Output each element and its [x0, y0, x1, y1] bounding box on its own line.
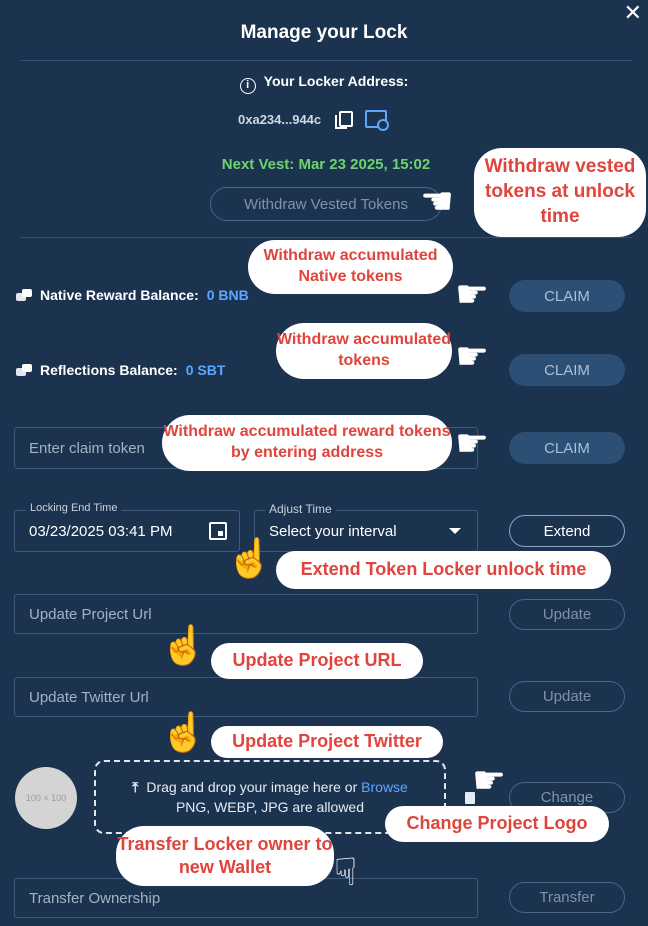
native-reward-value: 0 BNB: [206, 287, 249, 303]
pointing-hand-icon: ☟: [334, 852, 358, 894]
transfer-button[interactable]: Transfer: [509, 882, 625, 913]
twitter-url-input[interactable]: Update Twitter Url: [14, 677, 478, 717]
dialog-title: Manage your Lock: [240, 22, 408, 43]
callout-withdraw-accumulated: Withdraw accumulated tokens: [276, 323, 452, 379]
locker-address-row: 0xa234...944c: [238, 110, 390, 131]
adjust-time-label: Adjust Time: [265, 502, 336, 516]
callout-withdraw-reward-address: Withdraw accumulated reward tokens by en…: [162, 415, 452, 471]
withdraw-vested-button[interactable]: Withdraw Vested Tokens: [210, 187, 442, 221]
pointing-hand-icon: ☛: [455, 423, 490, 465]
locking-end-time-field[interactable]: 03/23/2025 03:41 PM: [14, 510, 240, 552]
reflections-label: Reflections Balance:: [40, 362, 178, 378]
native-reward-label: Native Reward Balance:: [40, 287, 199, 303]
divider: [20, 60, 632, 61]
adjust-time-value: Select your interval: [269, 522, 397, 540]
certificate-icon[interactable]: [365, 110, 390, 131]
browse-link[interactable]: Browse: [361, 779, 408, 795]
drop-text: Drag and drop your image here or: [146, 778, 358, 795]
callout-extend: Extend Token Locker unlock time: [276, 551, 611, 589]
pointing-hand-icon: ☝: [160, 712, 208, 754]
info-icon: i: [239, 78, 256, 94]
pointing-hand-icon: ☛: [472, 760, 507, 802]
project-logo-avatar: 100 × 100: [15, 767, 77, 829]
calendar-icon[interactable]: [209, 522, 227, 540]
callout-withdraw-vested: Withdraw vested tokens at unlock time: [474, 148, 646, 237]
callout-transfer-owner: Transfer Locker owner to new Wallet: [116, 826, 334, 886]
coins-icon: [16, 364, 32, 376]
locker-address-label-text: Your Locker Address:: [263, 73, 409, 89]
claim-token-button[interactable]: CLAIM: [509, 432, 625, 464]
formats-text: PNG, WEBP, JPG are allowed: [175, 799, 365, 815]
copy-icon[interactable]: [335, 111, 354, 129]
claim-native-button[interactable]: CLAIM: [509, 280, 625, 312]
update-url-button[interactable]: Update: [509, 599, 625, 630]
chevron-down-icon: [449, 528, 461, 534]
project-url-input[interactable]: Update Project Url: [14, 594, 478, 634]
extend-button[interactable]: Extend: [509, 515, 625, 547]
upload-icon: ⤒: [132, 778, 139, 795]
pointing-hand-icon: ☚: [420, 181, 455, 223]
pointing-hand-icon: ☝: [160, 625, 208, 667]
callout-update-url: Update Project URL: [211, 643, 423, 679]
dropzone-line-1: ⤒ Drag and drop your image here or Browse: [132, 777, 408, 797]
close-icon[interactable]: ✕: [624, 0, 642, 26]
divider: [20, 237, 632, 238]
native-reward-balance: Native Reward Balance: 0 BNB: [16, 287, 249, 303]
callout-change-logo: Change Project Logo: [385, 806, 609, 842]
locker-address-label: i Your Locker Address:: [0, 73, 648, 94]
pointing-hand-icon: ☛: [455, 336, 490, 378]
reflections-balance: Reflections Balance: 0 SBT: [16, 362, 225, 378]
locker-address: 0xa234...944c: [238, 111, 322, 127]
adjust-time-select[interactable]: Select your interval: [254, 510, 478, 552]
locking-end-time-value: 03/23/2025 03:41 PM: [29, 522, 173, 540]
reflections-value: 0 SBT: [185, 362, 226, 378]
coins-icon: [16, 289, 32, 301]
pointing-hand-icon: ☛: [455, 274, 490, 316]
callout-update-twitter: Update Project Twitter: [211, 726, 443, 758]
locking-end-time-label: Locking End Time: [26, 502, 122, 514]
pointing-hand-icon: ☝: [226, 538, 274, 580]
callout-withdraw-native: Withdraw accumulated Native tokens: [248, 240, 453, 294]
claim-reflections-button[interactable]: CLAIM: [509, 354, 625, 386]
update-twitter-button[interactable]: Update: [509, 681, 625, 712]
